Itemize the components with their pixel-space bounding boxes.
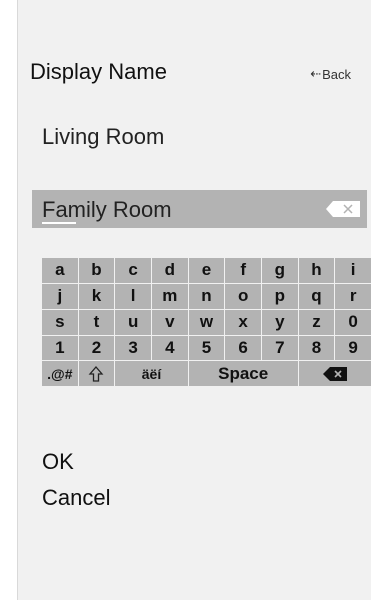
display-name-panel: Display Name ⇠ Back Living Room Family R… <box>17 0 371 600</box>
key[interactable]: l <box>115 283 151 309</box>
symbols-key[interactable]: .@# <box>42 361 78 387</box>
key[interactable]: o <box>225 283 261 309</box>
key[interactable]: h <box>298 258 335 283</box>
text-cursor <box>42 222 76 224</box>
accents-key[interactable]: äëí <box>115 361 188 387</box>
ok-button[interactable]: OK <box>42 449 74 475</box>
key[interactable]: 4 <box>152 335 188 361</box>
key[interactable]: z <box>298 309 335 335</box>
key[interactable]: 2 <box>78 335 115 361</box>
page-title: Display Name <box>30 59 167 84</box>
key[interactable]: r <box>335 283 371 309</box>
key[interactable]: 1 <box>42 335 78 361</box>
key[interactable]: e <box>188 258 225 283</box>
key[interactable]: i <box>335 258 371 283</box>
key[interactable]: t <box>78 309 115 335</box>
key[interactable]: f <box>225 258 261 283</box>
cancel-button[interactable]: Cancel <box>42 485 110 511</box>
key[interactable]: d <box>152 258 188 283</box>
key[interactable]: c <box>115 258 151 283</box>
clear-icon[interactable] <box>325 200 361 218</box>
key[interactable]: y <box>262 309 298 335</box>
option-living-room[interactable]: Living Room <box>42 124 164 150</box>
key[interactable]: 3 <box>115 335 151 361</box>
arrow-left-icon: ⇠ <box>310 66 322 81</box>
key[interactable]: 5 <box>188 335 225 361</box>
key[interactable]: p <box>262 283 298 309</box>
key[interactable]: g <box>262 258 298 283</box>
key[interactable]: m <box>152 283 188 309</box>
key[interactable]: a <box>42 258 78 283</box>
shift-icon <box>89 365 104 382</box>
backspace-icon <box>322 366 347 381</box>
shift-key[interactable] <box>78 361 115 387</box>
back-label: Back <box>322 66 351 82</box>
key[interactable]: j <box>42 283 78 309</box>
key[interactable]: 6 <box>225 335 261 361</box>
key[interactable]: w <box>188 309 225 335</box>
key[interactable]: k <box>78 283 115 309</box>
name-input[interactable]: Family Room <box>32 190 367 228</box>
name-input-value: Family Room <box>42 197 172 222</box>
back-button[interactable]: ⇠ Back <box>310 66 351 82</box>
backspace-key[interactable] <box>298 361 371 387</box>
key[interactable]: q <box>298 283 335 309</box>
key[interactable]: b <box>78 258 115 283</box>
key[interactable]: 7 <box>262 335 298 361</box>
key[interactable]: v <box>152 309 188 335</box>
on-screen-keyboard: a b c d e f g h i j k l m n o p q r s t … <box>42 258 371 412</box>
key[interactable]: u <box>115 309 151 335</box>
space-key[interactable]: Space <box>188 361 298 387</box>
key[interactable]: x <box>225 309 261 335</box>
key[interactable]: 9 <box>335 335 371 361</box>
key[interactable]: 8 <box>298 335 335 361</box>
key[interactable]: 0 <box>335 309 371 335</box>
key[interactable]: s <box>42 309 78 335</box>
key[interactable]: n <box>188 283 225 309</box>
